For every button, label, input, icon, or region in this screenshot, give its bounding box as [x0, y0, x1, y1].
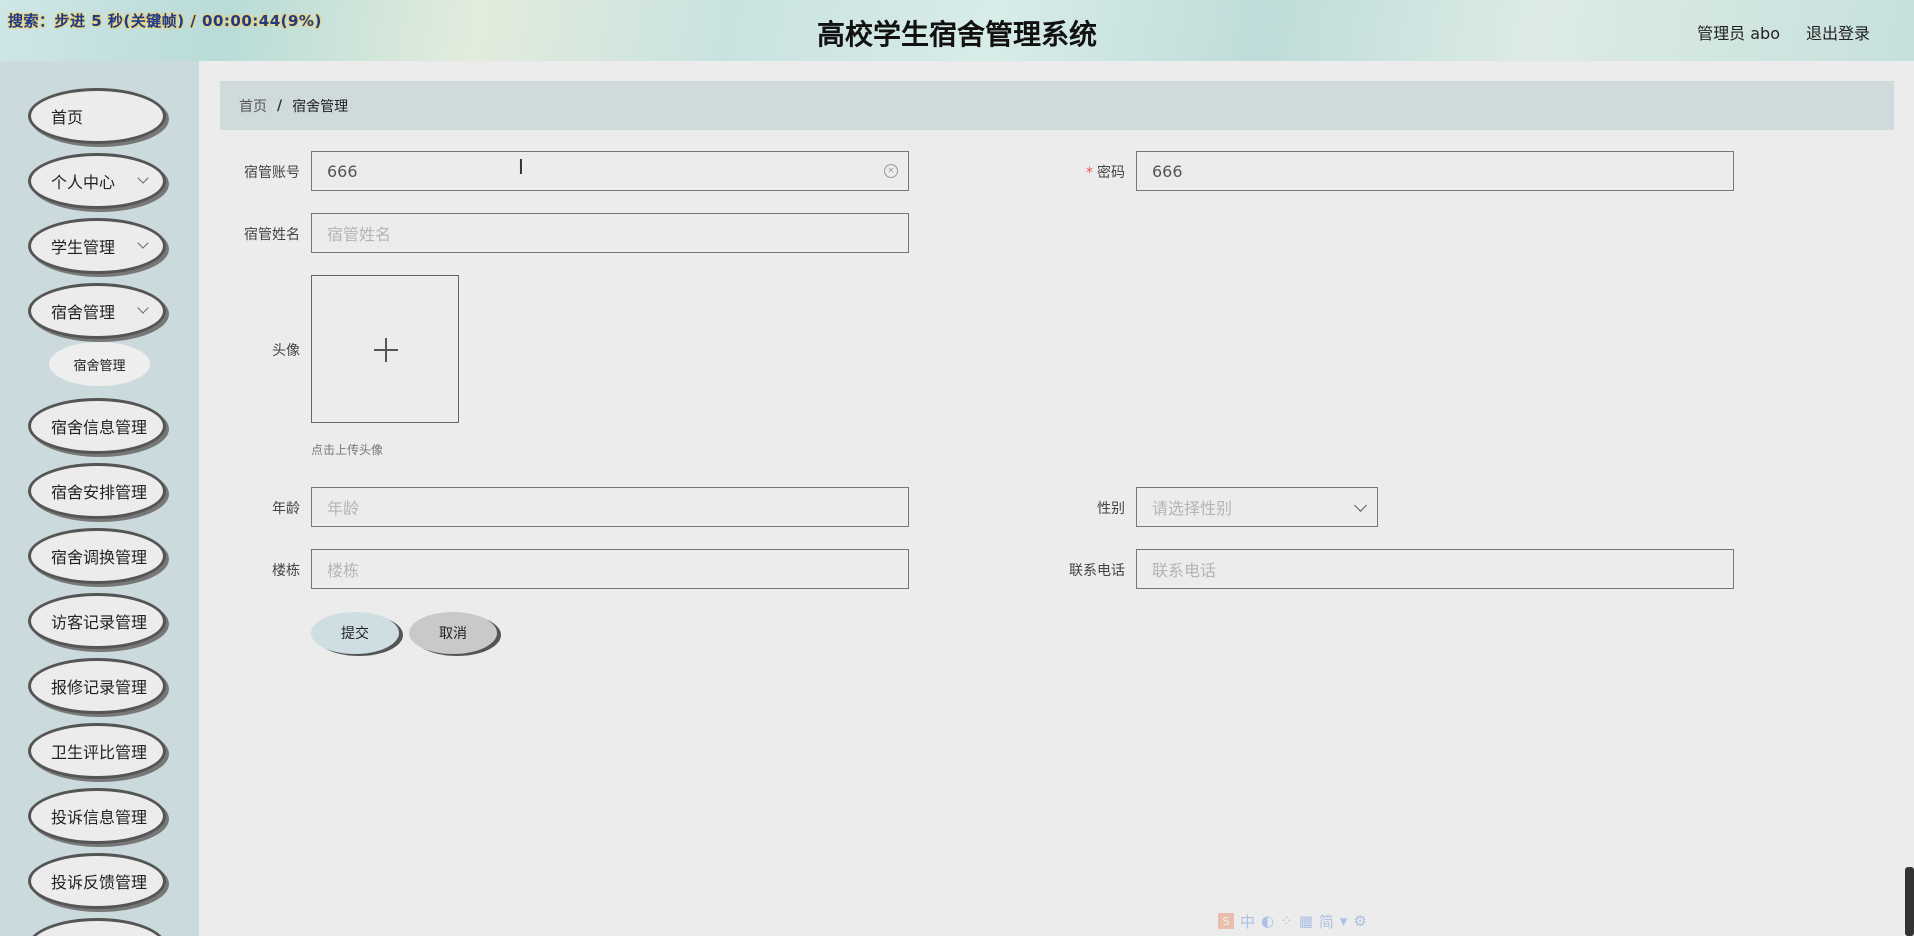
sidebar-item-label: 宿舍管理 [51, 303, 116, 322]
sidebar-item-label: 访客记录管理 [51, 613, 148, 632]
breadcrumb-current: 宿舍管理 [292, 98, 349, 115]
sidebar-item-label: 宿舍安排管理 [51, 483, 148, 502]
phone-field[interactable]: 联系电话 [1136, 549, 1734, 589]
top-header: 搜索：步进 5 秒(关键帧) / 00:00:44(9%) 高校学生宿舍管理系统… [0, 0, 1914, 61]
cancel-button[interactable]: 取消 [409, 612, 497, 654]
sidebar-item-hygiene-rating[interactable]: 卫生评比管理 [28, 723, 166, 779]
avatar-upload-hint: 点击上传头像 [311, 443, 384, 457]
sidebar-item-home[interactable]: 首页 [28, 88, 166, 144]
sidebar-item-student-management[interactable]: 学生管理 [28, 218, 166, 274]
ime-script: 简 [1318, 912, 1334, 931]
sidebar-item-next[interactable] [28, 918, 166, 936]
breadcrumb: 首页 / 宿舍管理 [220, 81, 1894, 130]
chevron-down-icon [137, 302, 149, 314]
building-placeholder: 楼栋 [327, 561, 360, 580]
sidebar: 首页 个人中心 学生管理 宿舍管理 宿舍管理 宿舍信息管理 宿舍安排管理 宿舍调… [0, 61, 199, 936]
gender-label: 性别 [1097, 501, 1125, 517]
age-label: 年龄 [272, 501, 300, 517]
gear-icon: ⚙ [1353, 912, 1367, 930]
gender-select[interactable]: 请选择性别 [1136, 487, 1378, 527]
shirt-icon: ▾ [1339, 912, 1348, 930]
age-placeholder: 年龄 [327, 499, 360, 518]
name-field[interactable]: 宿管姓名 [311, 213, 909, 253]
submit-button[interactable]: 提交 [311, 612, 399, 654]
sidebar-item-dorm-arrangement[interactable]: 宿舍安排管理 [28, 463, 166, 519]
submenu-item-dorm-management[interactable]: 宿舍管理 [49, 342, 150, 386]
sidebar-item-personal-center[interactable]: 个人中心 [28, 153, 166, 209]
sidebar-item-repair-records[interactable]: 报修记录管理 [28, 658, 166, 714]
scrollbar-handle[interactable] [1905, 867, 1914, 936]
gender-placeholder: 请选择性别 [1152, 499, 1233, 518]
ime-toolbar[interactable]: S 中 ◐ ⁘ ▦ 简 ▾ ⚙ [1218, 910, 1418, 932]
keyboard-icon: ▦ [1298, 912, 1313, 930]
sidebar-item-label: 学生管理 [51, 238, 116, 257]
password-label: * 密码 [1050, 162, 1125, 182]
building-field[interactable]: 楼栋 [311, 549, 909, 589]
account-label: 宿管账号 [244, 165, 300, 181]
plus-icon-vertical [385, 338, 387, 362]
ime-logo-icon: S [1218, 913, 1234, 929]
sidebar-item-dorm-management[interactable]: 宿舍管理 [28, 283, 166, 339]
current-user: 管理员 abo [1697, 24, 1780, 43]
sidebar-item-dorm-info[interactable]: 宿舍信息管理 [28, 398, 166, 454]
sidebar-item-label: 投诉信息管理 [51, 808, 148, 827]
chevron-down-icon [137, 237, 149, 249]
sidebar-item-label: 投诉反馈管理 [51, 873, 148, 892]
logout-link[interactable]: 退出登录 [1806, 20, 1870, 44]
name-placeholder: 宿管姓名 [327, 225, 392, 244]
sidebar-item-label: 宿舍信息管理 [51, 418, 148, 437]
ime-mode: 中 [1240, 912, 1256, 931]
building-label: 楼栋 [272, 563, 300, 579]
phone-placeholder: 联系电话 [1152, 561, 1217, 580]
password-label-text: 密码 [1097, 165, 1125, 181]
sidebar-item-label: 宿舍调换管理 [51, 548, 148, 567]
password-value: 666 [1152, 161, 1183, 181]
password-field[interactable]: 666 [1136, 151, 1734, 191]
sidebar-item-label: 卫生评比管理 [51, 743, 148, 762]
sidebar-item-label: 首页 [51, 108, 84, 127]
required-mark: * [1086, 165, 1093, 181]
breadcrumb-home[interactable]: 首页 [239, 96, 267, 116]
sidebar-item-label: 个人中心 [51, 173, 116, 192]
text-cursor-icon: I [518, 155, 524, 179]
age-field[interactable]: 年龄 [311, 487, 909, 527]
phone-label: 联系电话 [1069, 563, 1125, 579]
account-value: 666 [327, 161, 358, 181]
sidebar-item-visitor-records[interactable]: 访客记录管理 [28, 593, 166, 649]
moon-icon: ◐ [1261, 912, 1275, 930]
clear-icon[interactable]: ✕ [884, 164, 898, 178]
chevron-down-icon [137, 172, 149, 184]
name-label: 宿管姓名 [244, 227, 300, 243]
avatar-upload-button[interactable] [311, 275, 459, 423]
sidebar-item-complaint-feedback[interactable]: 投诉反馈管理 [28, 853, 166, 909]
breadcrumb-separator: / [277, 97, 283, 114]
sidebar-item-dorm-swap[interactable]: 宿舍调换管理 [28, 528, 166, 584]
chevron-down-icon [1354, 499, 1367, 512]
dots-icon: ⁘ [1280, 912, 1293, 930]
sidebar-item-label: 报修记录管理 [51, 678, 148, 697]
sidebar-item-complaint-info[interactable]: 投诉信息管理 [28, 788, 166, 844]
account-field[interactable]: 666 ✕ [311, 151, 909, 191]
system-title: 高校学生宿舍管理系统 [816, 18, 1097, 51]
avatar-label: 头像 [272, 343, 300, 359]
